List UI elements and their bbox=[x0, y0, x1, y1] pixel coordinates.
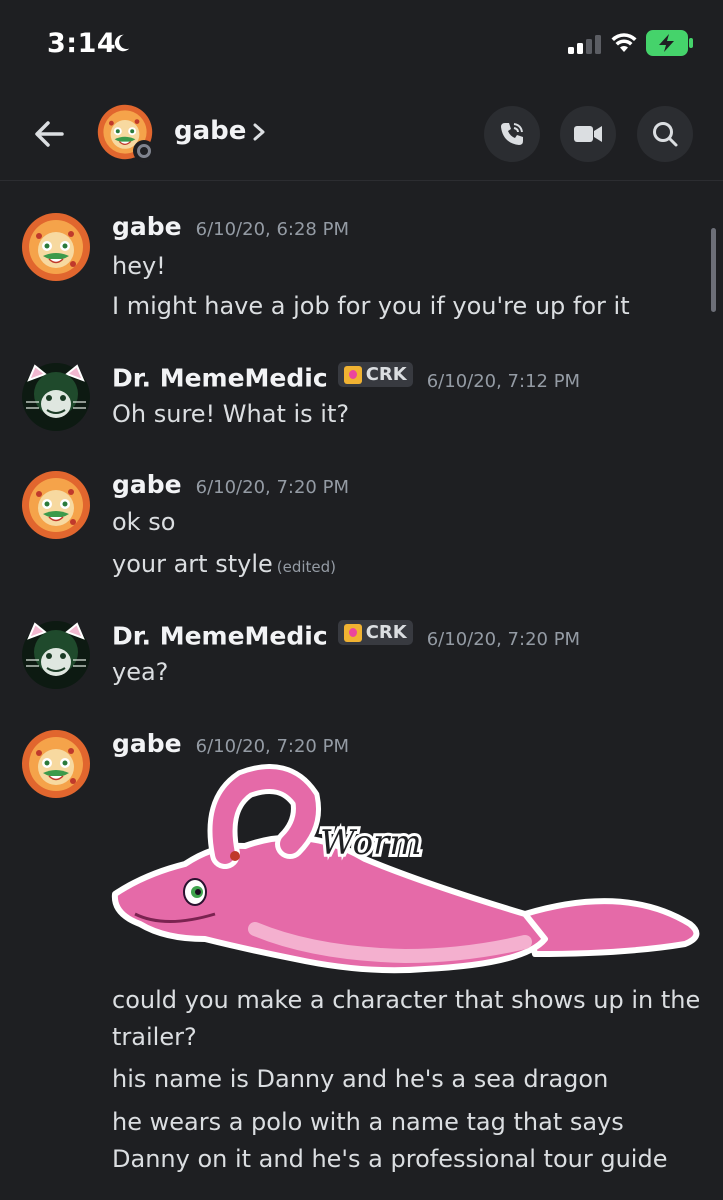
message-timestamp: 6/10/20, 7:20 PM bbox=[195, 736, 349, 757]
avatar[interactable] bbox=[21, 470, 91, 540]
avatar[interactable] bbox=[21, 620, 91, 690]
offline-status-indicator bbox=[133, 140, 155, 162]
tag-icon bbox=[343, 623, 362, 642]
message-author[interactable]: gabe 6/10/20, 7:20 PM bbox=[112, 729, 349, 758]
avatar[interactable] bbox=[21, 362, 91, 432]
server-tag-badge[interactable]: CRK bbox=[337, 620, 413, 645]
chevron-right-icon[interactable] bbox=[250, 120, 268, 144]
message-text: he wears a polo with a name tag that say… bbox=[112, 1108, 668, 1173]
avatar[interactable] bbox=[21, 212, 91, 282]
header-username[interactable]: gabe bbox=[174, 116, 246, 146]
message-timestamp: 6/10/20, 7:12 PM bbox=[426, 370, 581, 392]
message-text: hey! bbox=[112, 252, 166, 280]
author-name[interactable]: Dr. MemeMedic bbox=[112, 364, 328, 393]
cellular-signal-icon bbox=[568, 35, 601, 54]
message-text: Oh sure! What is it? bbox=[112, 400, 350, 428]
tag-icon bbox=[343, 365, 362, 384]
server-tag-badge[interactable]: CRK bbox=[337, 362, 413, 387]
search-button[interactable] bbox=[637, 106, 693, 162]
message-timestamp: 6/10/20, 6:28 PM bbox=[195, 219, 349, 240]
scrollbar[interactable] bbox=[711, 228, 716, 312]
wifi-icon bbox=[611, 33, 637, 52]
image-caption: Worm bbox=[320, 823, 422, 863]
voice-call-button[interactable] bbox=[484, 106, 540, 162]
dm-header: gabe bbox=[0, 90, 723, 181]
tag-label: CRK bbox=[365, 622, 407, 643]
message-text-content: your art style bbox=[112, 550, 273, 578]
message-author[interactable]: Dr. MemeMedic CRK 6/10/20, 7:12 PM bbox=[112, 362, 580, 393]
author-name[interactable]: gabe bbox=[112, 212, 182, 241]
author-name[interactable]: gabe bbox=[112, 729, 182, 758]
video-camera-icon bbox=[574, 126, 602, 142]
message-text: yea? bbox=[112, 658, 169, 686]
status-bar: 3:14 bbox=[0, 0, 723, 90]
author-name[interactable]: Dr. MemeMedic bbox=[112, 622, 328, 651]
author-name[interactable]: gabe bbox=[112, 470, 182, 499]
message-text: ok so bbox=[112, 508, 176, 536]
edited-label: (edited) bbox=[276, 558, 337, 576]
sea-dragon-illustration bbox=[111, 764, 700, 974]
battery-charging-icon bbox=[646, 30, 693, 56]
message-text: your art style (edited) bbox=[112, 550, 336, 578]
phone-icon bbox=[501, 123, 523, 145]
back-arrow-icon[interactable] bbox=[28, 112, 72, 156]
message-timestamp: 6/10/20, 7:20 PM bbox=[426, 628, 581, 650]
message-text: could you make a character that shows up… bbox=[112, 986, 701, 1051]
message-timestamp: 6/10/20, 7:20 PM bbox=[195, 477, 349, 498]
search-icon bbox=[653, 122, 678, 147]
message-author[interactable]: gabe 6/10/20, 7:20 PM bbox=[112, 470, 349, 499]
image-attachment[interactable]: Worm Worm bbox=[105, 764, 705, 984]
message-author[interactable]: gabe 6/10/20, 6:28 PM bbox=[112, 212, 349, 241]
moon-icon bbox=[114, 34, 130, 52]
message-text: I might have a job for you if you're up … bbox=[112, 292, 630, 320]
avatar[interactable] bbox=[21, 729, 91, 799]
clock: 3:14 bbox=[47, 28, 117, 59]
message-text: his name is Danny and he's a sea dragon bbox=[112, 1065, 609, 1093]
tag-label: CRK bbox=[365, 364, 407, 385]
message-author[interactable]: Dr. MemeMedic CRK 6/10/20, 7:20 PM bbox=[112, 620, 580, 651]
video-call-button[interactable] bbox=[560, 106, 616, 162]
